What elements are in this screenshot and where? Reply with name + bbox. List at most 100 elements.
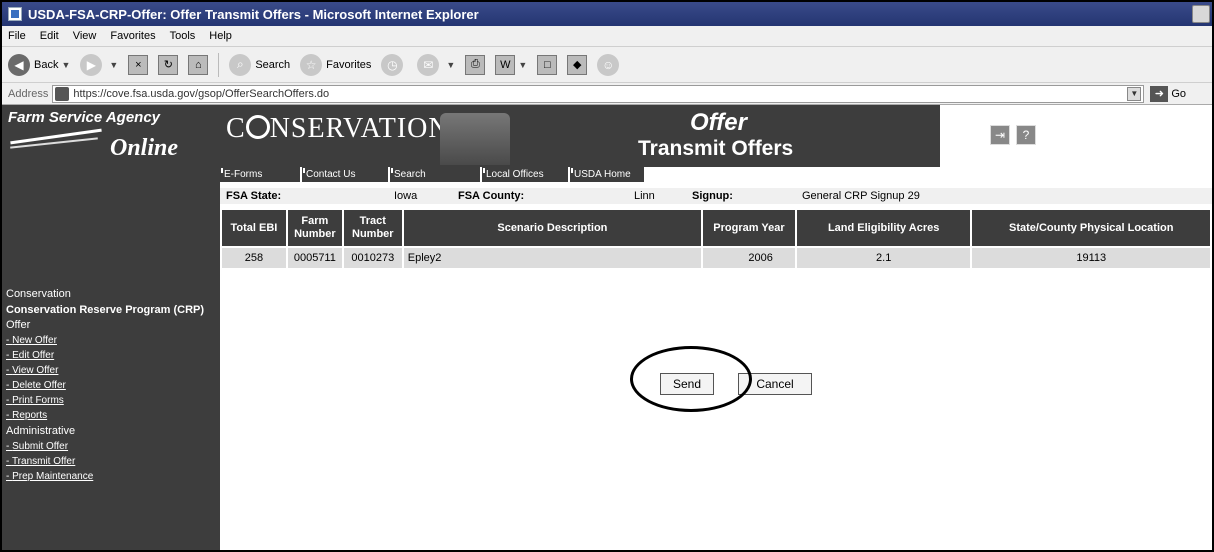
table-row[interactable]: 258 0005711 0010273 Epley2 2006 2.1 1911…	[220, 246, 1212, 270]
menu-help[interactable]: Help	[209, 30, 232, 42]
address-label: Address	[8, 87, 49, 100]
favorites-label: Favorites	[326, 58, 372, 71]
nav-tabs: E-Forms Contact Us Search Local Offices …	[220, 167, 646, 182]
county-value: Linn	[634, 190, 655, 202]
sidebar-heading: Conservation	[6, 288, 71, 300]
mail-dropdown-icon[interactable]: ▼	[446, 60, 455, 70]
research-button[interactable]: ◆	[567, 54, 588, 75]
back-dropdown-icon[interactable]: ▼	[61, 60, 70, 70]
sidebar-link-reports[interactable]: - Reports	[6, 408, 220, 423]
search-label: Search	[255, 58, 291, 71]
col-total-ebi: Total EBI	[220, 208, 288, 248]
go-button[interactable]: ➜ Go	[1150, 85, 1187, 102]
sidebar-link-delete-offer[interactable]: - Delete Offer	[6, 378, 220, 393]
page-title: Offer	[690, 109, 747, 136]
tab-e-forms[interactable]: E-Forms	[220, 167, 302, 182]
county-label: FSA County:	[458, 190, 525, 202]
refresh-button[interactable]: ↻	[158, 54, 179, 75]
sidebar-link-edit-offer[interactable]: - Edit Offer	[6, 348, 220, 363]
state-label: FSA State:	[226, 190, 282, 202]
menu-bar: File Edit View Favorites Tools Help	[2, 26, 1212, 47]
sidebar-link-transmit-offer[interactable]: - Transmit Offer	[6, 454, 220, 469]
exit-icon[interactable]: ⇥	[990, 125, 1010, 145]
history-button[interactable]: ◷	[381, 53, 407, 76]
cell-program-year: 2006	[701, 246, 797, 270]
highlight-circle-annotation	[630, 346, 752, 412]
conservation-logo: C NSERVATION	[226, 113, 450, 145]
print-icon: ⎙	[465, 54, 486, 75]
stop-button[interactable]: ×	[128, 54, 149, 75]
tab-local-offices[interactable]: Local Offices	[482, 167, 570, 182]
minimize-button[interactable]	[1192, 5, 1210, 23]
stop-icon: ×	[128, 54, 149, 75]
menu-file[interactable]: File	[8, 30, 26, 42]
page-subtitle: Transmit Offers	[638, 137, 794, 160]
fsa-logo[interactable]: Farm Service Agency Online	[2, 105, 220, 182]
toolbar: ◀ Back ▼ ▶ ▼ × ↻ ⌂ ⌕ Search ☆ Favorites …	[2, 47, 1212, 83]
mail-button[interactable]: ✉ ▼	[417, 53, 455, 76]
cell-tract-number: 0010273	[341, 246, 404, 270]
menu-tools[interactable]: Tools	[170, 30, 196, 42]
research-icon: ◆	[567, 54, 588, 75]
globe-icon	[245, 115, 270, 139]
sidebar-admin-section: Administrative	[6, 425, 76, 437]
col-physical-location: State/County Physical Location	[970, 208, 1212, 248]
sidebar-link-submit-offer[interactable]: - Submit Offer	[6, 439, 220, 454]
ie-icon	[8, 7, 22, 21]
col-tract-number: Tract Number	[341, 208, 404, 248]
refresh-icon: ↻	[158, 54, 179, 75]
help-icon[interactable]: ?	[1016, 125, 1036, 145]
print-button[interactable]: ⎙	[465, 54, 486, 75]
go-arrow-icon: ➜	[1150, 85, 1169, 102]
sidebar-link-view-offer[interactable]: - View Offer	[6, 363, 220, 378]
address-input[interactable]: https://cove.fsa.usda.gov/gsop/OfferSear…	[52, 84, 1145, 103]
sidebar-link-print-forms[interactable]: - Print Forms	[6, 393, 220, 408]
left-sidebar: Conservation Conservation Reserve Progra…	[2, 182, 220, 550]
forward-dropdown-icon[interactable]: ▼	[109, 60, 118, 70]
address-url: https://cove.fsa.usda.gov/gsop/OfferSear…	[73, 87, 330, 100]
home-button[interactable]: ⌂	[188, 54, 209, 75]
tab-usda-home[interactable]: USDA Home	[570, 167, 646, 182]
go-label: Go	[1171, 87, 1187, 100]
messenger-icon: ☺	[597, 53, 620, 76]
sidebar-link-new-offer[interactable]: - New Offer	[6, 333, 220, 348]
page-banner: Farm Service Agency Online C NSERVATION O…	[2, 105, 1212, 182]
search-button[interactable]: ⌕ Search	[229, 53, 291, 76]
offer-info-row: FSA State: Iowa FSA County: Linn Signup:…	[220, 188, 1212, 204]
window-title: USDA-FSA-CRP-Offer: Offer Transmit Offer…	[28, 6, 479, 22]
history-icon: ◷	[381, 53, 404, 76]
cell-physical-location: 19113	[970, 246, 1212, 270]
back-arrow-icon: ◀	[8, 53, 30, 76]
col-farm-number: Farm Number	[285, 208, 344, 248]
col-program-year: Program Year	[701, 208, 797, 248]
back-button[interactable]: ◀ Back ▼	[8, 53, 70, 76]
signup-label: Signup:	[692, 190, 733, 202]
edit-button[interactable]: W ▼	[495, 54, 527, 75]
forward-button[interactable]: ▶ ▼	[80, 53, 118, 76]
favorites-button[interactable]: ☆ Favorites	[300, 53, 372, 76]
edit-dropdown-icon[interactable]: ▼	[518, 60, 527, 70]
menu-view[interactable]: View	[73, 30, 97, 42]
address-dropdown-icon[interactable]: ▼	[1127, 86, 1142, 101]
cell-total-ebi: 258	[220, 246, 288, 270]
cell-farm-number: 0005711	[285, 246, 344, 270]
menu-edit[interactable]: Edit	[40, 30, 59, 42]
address-bar: Address https://cove.fsa.usda.gov/gsop/O…	[2, 83, 1212, 105]
title-bar: USDA-FSA-CRP-Offer: Offer Transmit Offer…	[2, 2, 1212, 26]
menu-favorites[interactable]: Favorites	[110, 30, 155, 42]
sidebar-link-prep-maintenance[interactable]: - Prep Maintenance	[6, 469, 220, 484]
conservation-letter-c: C	[226, 113, 246, 144]
cell-land-eligibility-acres: 2.1	[794, 246, 973, 270]
tab-search[interactable]: Search	[390, 167, 482, 182]
signup-value: General CRP Signup 29	[802, 190, 920, 202]
tab-contact-us[interactable]: Contact Us	[302, 167, 390, 182]
sidebar-program[interactable]: Conservation Reserve Program (CRP)	[6, 304, 220, 317]
search-icon: ⌕	[229, 53, 252, 76]
discuss-button[interactable]: □	[537, 54, 558, 75]
messenger-button[interactable]: ☺	[597, 53, 623, 76]
page-icon	[55, 86, 70, 101]
home-icon: ⌂	[188, 54, 209, 75]
discuss-icon: □	[537, 54, 558, 75]
forward-arrow-icon: ▶	[80, 53, 103, 76]
cell-scenario-description: Epley2	[401, 246, 704, 270]
